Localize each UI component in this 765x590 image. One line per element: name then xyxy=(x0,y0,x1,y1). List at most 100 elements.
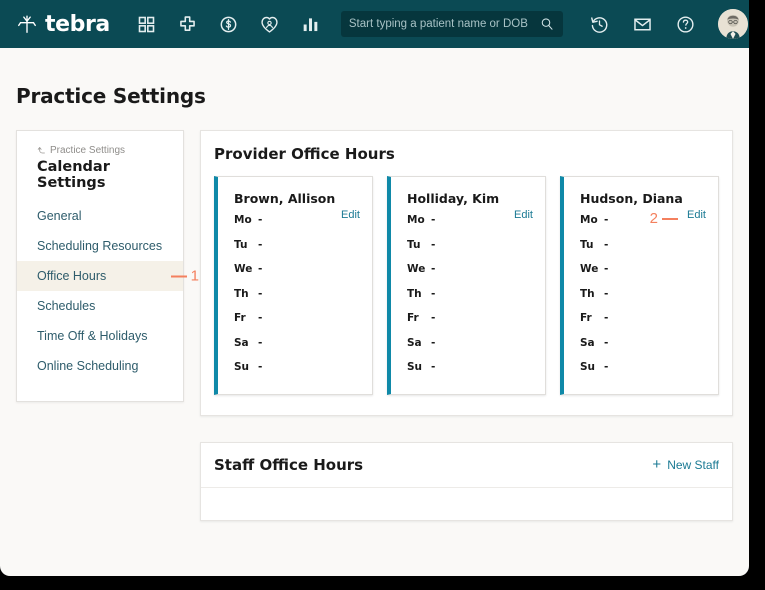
help-question-icon[interactable] xyxy=(675,14,696,35)
medical-cross-icon[interactable] xyxy=(177,14,198,35)
day-value: - xyxy=(258,312,263,325)
heart-patient-icon[interactable] xyxy=(259,14,280,35)
staff-list-empty xyxy=(201,488,732,520)
day-row-we: We - xyxy=(580,257,706,282)
day-label: Th xyxy=(407,287,422,300)
day-value: - xyxy=(258,336,263,349)
sidebar-item-schedules[interactable]: Schedules xyxy=(17,291,183,321)
new-staff-button[interactable]: + New Staff xyxy=(652,457,719,472)
bar-chart-icon[interactable] xyxy=(300,14,321,35)
provider-card[interactable]: Hudson, Diana Edit 2 Mo - Tu - We - Th -… xyxy=(560,176,719,395)
user-avatar[interactable] xyxy=(717,9,748,39)
day-label: We xyxy=(407,263,426,276)
provider-card[interactable]: Holliday, Kim Edit Mo - Tu - We - Th - F… xyxy=(387,176,546,395)
provider-panel-title: Provider Office Hours xyxy=(214,145,395,163)
day-row-tu: Tu - xyxy=(580,233,706,258)
annotation-number: 1 xyxy=(190,267,199,285)
day-row-th: Th - xyxy=(234,282,360,307)
day-value: - xyxy=(258,214,263,227)
breadcrumb-label: Practice Settings xyxy=(50,145,126,156)
sidebar-item-general[interactable]: General xyxy=(17,201,183,231)
sidebar-item-time-off-holidays[interactable]: Time Off & Holidays xyxy=(17,321,183,351)
day-value: - xyxy=(258,287,263,300)
day-label: We xyxy=(580,263,599,276)
annotation-leader-line xyxy=(170,275,187,277)
sidebar-item-scheduling-resources[interactable]: Scheduling Resources xyxy=(17,231,183,261)
day-label: Tu xyxy=(580,238,594,251)
provider-cards-list: Brown, Allison Edit Mo - Tu - We - Th - … xyxy=(214,176,719,395)
annotation-marker-2: 2 xyxy=(650,210,678,227)
provider-office-hours-panel: Provider Office Hours Brown, Allison Edi… xyxy=(200,130,733,416)
edit-link[interactable]: Edit xyxy=(687,209,706,221)
day-value: - xyxy=(258,361,263,374)
day-label: Sa xyxy=(407,336,422,349)
day-value: - xyxy=(604,214,609,227)
day-value: - xyxy=(431,238,436,251)
new-staff-label: New Staff xyxy=(667,457,719,472)
sidebar-item-label: Scheduling Resources xyxy=(37,239,163,253)
day-value: - xyxy=(258,238,263,251)
provider-name: Brown, Allison xyxy=(234,191,336,206)
plus-icon: + xyxy=(652,456,662,473)
day-label: Th xyxy=(234,287,249,300)
brand-logo[interactable]: tebra xyxy=(16,12,110,37)
provider-name: Hudson, Diana xyxy=(580,191,683,206)
annotation-marker-1: 1 xyxy=(170,267,199,285)
provider-name: Holliday, Kim xyxy=(407,191,500,206)
day-label: Mo xyxy=(234,214,252,227)
day-row-fr: Fr - xyxy=(580,306,706,331)
day-label: Fr xyxy=(234,312,246,325)
settings-sidebar: Practice Settings Calendar Settings Gene… xyxy=(16,130,199,402)
annotation-leader-line xyxy=(662,217,678,220)
day-label: Su xyxy=(234,361,250,374)
history-clock-icon[interactable] xyxy=(589,14,610,35)
day-label: Su xyxy=(580,361,596,374)
sidebar-item-label: Office Hours xyxy=(37,269,107,283)
staff-office-hours-panel: Staff Office Hours + New Staff xyxy=(200,441,733,521)
dollar-circle-icon[interactable] xyxy=(218,14,239,35)
day-value: - xyxy=(258,263,263,276)
sidebar-item-label: Schedules xyxy=(37,299,96,313)
dashboard-grid-icon[interactable] xyxy=(136,14,157,35)
sidebar-item-label: Time Off & Holidays xyxy=(37,329,148,343)
back-arrow-icon xyxy=(37,146,45,153)
day-row-th: Th - xyxy=(407,282,533,307)
sidebar-item-office-hours[interactable]: Office Hours 1 xyxy=(17,261,199,291)
day-row-su: Su - xyxy=(234,355,360,380)
day-row-fr: Fr - xyxy=(234,306,360,331)
day-row-su: Su - xyxy=(407,355,533,380)
envelope-icon[interactable] xyxy=(632,14,653,35)
day-label: Fr xyxy=(407,312,419,325)
search-input[interactable] xyxy=(348,18,539,30)
staff-panel-header: Staff Office Hours + New Staff xyxy=(201,443,732,488)
day-row-sa: Sa - xyxy=(407,331,533,356)
day-row-tu: Tu - xyxy=(234,233,360,258)
breadcrumb-practice-settings[interactable]: Practice Settings xyxy=(17,145,183,159)
day-value: - xyxy=(604,361,609,374)
day-value: - xyxy=(604,263,609,276)
secondary-nav-icons xyxy=(589,9,748,39)
day-label: Tu xyxy=(234,238,248,251)
day-value: - xyxy=(431,287,436,300)
day-label: Mo xyxy=(407,214,425,227)
sidebar-item-label: Online Scheduling xyxy=(37,359,139,373)
day-row-su: Su - xyxy=(580,355,706,380)
edit-link[interactable]: Edit xyxy=(341,209,360,221)
day-row-we: We - xyxy=(234,257,360,282)
search-icon[interactable] xyxy=(539,16,555,32)
day-row-sa: Sa - xyxy=(234,331,360,356)
edit-link[interactable]: Edit xyxy=(514,209,533,221)
provider-card[interactable]: Brown, Allison Edit Mo - Tu - We - Th - … xyxy=(214,176,373,395)
day-value: - xyxy=(604,238,609,251)
sidebar-item-label: General xyxy=(37,209,82,223)
patient-search-box[interactable] xyxy=(340,11,563,37)
primary-nav-icons xyxy=(136,14,321,35)
sidebar-item-online-scheduling[interactable]: Online Scheduling xyxy=(17,351,183,381)
day-row-th: Th - xyxy=(580,282,706,307)
day-label: Fr xyxy=(580,312,592,325)
top-navigation-bar: tebra xyxy=(0,0,749,48)
day-value: - xyxy=(431,361,436,374)
staff-panel-title: Staff Office Hours xyxy=(214,455,364,474)
day-label: Sa xyxy=(234,336,249,349)
day-row-we: We - xyxy=(407,257,533,282)
